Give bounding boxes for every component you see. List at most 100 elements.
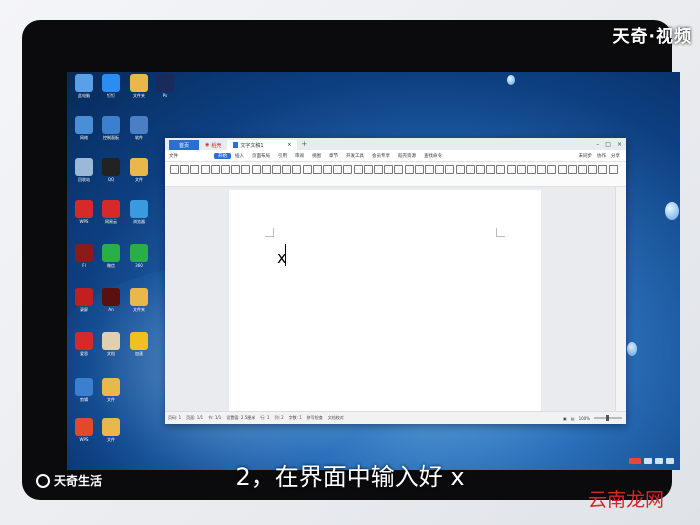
desktop-icon[interactable]: 软件 <box>128 116 150 140</box>
toolbar-button[interactable] <box>200 165 210 174</box>
desktop-icon[interactable]: 文件 <box>128 158 150 182</box>
toolbar-button[interactable] <box>465 165 475 174</box>
toolbar-button[interactable] <box>384 165 394 174</box>
toolbar-button[interactable] <box>282 165 292 174</box>
zoom-knob[interactable] <box>606 415 609 421</box>
menu-item[interactable]: 开始 <box>214 152 231 159</box>
menu-item[interactable]: 文件 <box>165 153 182 159</box>
toolbar-button[interactable] <box>261 165 271 174</box>
toolbar-button[interactable] <box>598 165 608 174</box>
tab-home[interactable]: 首页 <box>169 140 199 150</box>
desktop-icon[interactable]: 爱思 <box>73 332 95 356</box>
toolbar-button[interactable] <box>608 165 618 174</box>
toolbar-button[interactable] <box>251 165 261 174</box>
menu-item[interactable]: 插入 <box>231 153 248 159</box>
desktop-icon[interactable]: 网络 <box>73 116 95 140</box>
maximize-icon[interactable]: □ <box>605 141 611 148</box>
toolbar-button[interactable] <box>394 165 404 174</box>
desktop-icon[interactable]: 浏览器 <box>128 200 150 224</box>
menu-item[interactable]: 引用 <box>274 153 291 159</box>
toolbar-button[interactable] <box>292 165 302 174</box>
desktop-icon[interactable]: 360 <box>128 244 150 268</box>
desktop-icon[interactable]: 网易云 <box>100 200 122 224</box>
menu-item[interactable]: 会员专享 <box>368 153 394 159</box>
app-icon <box>102 378 120 396</box>
desktop-icon[interactable]: An <box>100 288 122 312</box>
menu-item[interactable]: 审阅 <box>291 153 308 159</box>
toolbar-button[interactable] <box>547 165 557 174</box>
menu-item[interactable]: 稻壳资源 <box>394 153 420 159</box>
toolbar-button[interactable] <box>486 165 496 174</box>
toolbar-button[interactable] <box>414 165 424 174</box>
toolbar-button[interactable] <box>506 165 516 174</box>
desktop-icon[interactable]: 录屏 <box>73 288 95 312</box>
toolbar-button[interactable] <box>435 165 445 174</box>
desktop-icon[interactable]: 剪辑 <box>73 378 95 402</box>
toolbar-button[interactable] <box>404 165 414 174</box>
toolbar-button[interactable] <box>527 165 536 174</box>
toolbar-button[interactable] <box>476 165 485 174</box>
tab-docer[interactable]: ◉ 稻壳 <box>199 140 227 150</box>
menu-right-item[interactable]: 分享 <box>611 153 620 159</box>
toolbar-button[interactable] <box>557 165 567 174</box>
menu-item[interactable]: 开发工具 <box>342 153 368 159</box>
toolbar-button[interactable] <box>221 165 230 174</box>
menu-right-item[interactable]: 未同步 <box>579 153 593 159</box>
desktop-icon[interactable]: 此电脑 <box>73 74 95 98</box>
menu-item[interactable]: 视图 <box>308 153 325 159</box>
menu-right-item[interactable]: 协作 <box>597 153 606 159</box>
toolbar-button[interactable] <box>567 165 577 174</box>
toolbar-button[interactable] <box>231 165 241 174</box>
desktop-icon[interactable]: WPS <box>73 200 95 224</box>
toolbar-button[interactable] <box>312 165 322 174</box>
toolbar-button[interactable] <box>333 165 343 174</box>
toolbar-button[interactable] <box>496 165 506 174</box>
toolbar-button[interactable] <box>180 165 190 174</box>
desktop-icon[interactable]: QQ <box>100 158 122 182</box>
view-mode-icon[interactable]: ▣ <box>563 416 567 421</box>
desktop-icon[interactable]: Ps <box>154 74 176 98</box>
toolbar-button[interactable] <box>323 165 332 174</box>
desktop-icon[interactable]: 控制面板 <box>100 116 122 140</box>
toolbar-button[interactable] <box>374 165 383 174</box>
desktop-icon[interactable]: Fl <box>73 244 95 268</box>
desktop-icon[interactable]: WPS <box>73 418 95 442</box>
toolbar-button[interactable] <box>578 165 587 174</box>
toolbar-button[interactable] <box>363 165 373 174</box>
toolbar-button[interactable] <box>343 165 353 174</box>
toolbar-button[interactable] <box>353 165 363 174</box>
toolbar-button[interactable] <box>588 165 598 174</box>
toolbar-button[interactable] <box>302 165 312 174</box>
toolbar-button[interactable] <box>516 165 526 174</box>
toolbar-button[interactable] <box>455 165 465 174</box>
tab-document[interactable]: 文字文稿1 × <box>227 140 298 150</box>
new-tab-button[interactable]: + <box>301 140 307 148</box>
desktop-icon[interactable]: 钉钉 <box>100 74 122 98</box>
toolbar-button[interactable] <box>190 165 200 174</box>
desktop-icon[interactable]: 文件夹 <box>128 74 150 98</box>
view-mode-icon[interactable]: ▤ <box>571 416 575 421</box>
desktop-icon[interactable]: 加速 <box>128 332 150 356</box>
document-page[interactable]: x <box>229 190 541 412</box>
toolbar-button[interactable] <box>445 165 455 174</box>
menu-item[interactable]: 章节 <box>325 153 342 159</box>
desktop-icon[interactable]: 文件 <box>100 418 122 442</box>
desktop-icon[interactable]: 文档 <box>100 332 122 356</box>
toolbar-button[interactable] <box>241 165 251 174</box>
desktop-icon[interactable]: 微信 <box>100 244 122 268</box>
close-icon[interactable]: × <box>617 141 622 148</box>
toolbar-button[interactable] <box>425 165 434 174</box>
menu-item[interactable]: 查找命令 <box>420 153 446 159</box>
desktop-icon[interactable]: 文件夹 <box>128 288 150 312</box>
close-tab-icon[interactable]: × <box>287 142 291 148</box>
desktop-icon[interactable]: 回收站 <box>73 158 95 182</box>
minimize-icon[interactable]: – <box>596 141 599 148</box>
toolbar-button[interactable] <box>537 165 547 174</box>
menu-item[interactable]: 页面布局 <box>248 153 274 159</box>
zoom-slider[interactable] <box>594 415 622 421</box>
toolbar-button[interactable] <box>210 165 220 174</box>
wps-writer-window[interactable]: 首页 ◉ 稻壳 文字文稿1 × + – □ × 文件 开始 插入 页面布局 引用 审阅 视图 章节… <box>165 138 626 424</box>
desktop-icon[interactable]: 文件 <box>100 378 122 402</box>
toolbar-button[interactable] <box>272 165 281 174</box>
toolbar-button[interactable] <box>170 165 179 174</box>
